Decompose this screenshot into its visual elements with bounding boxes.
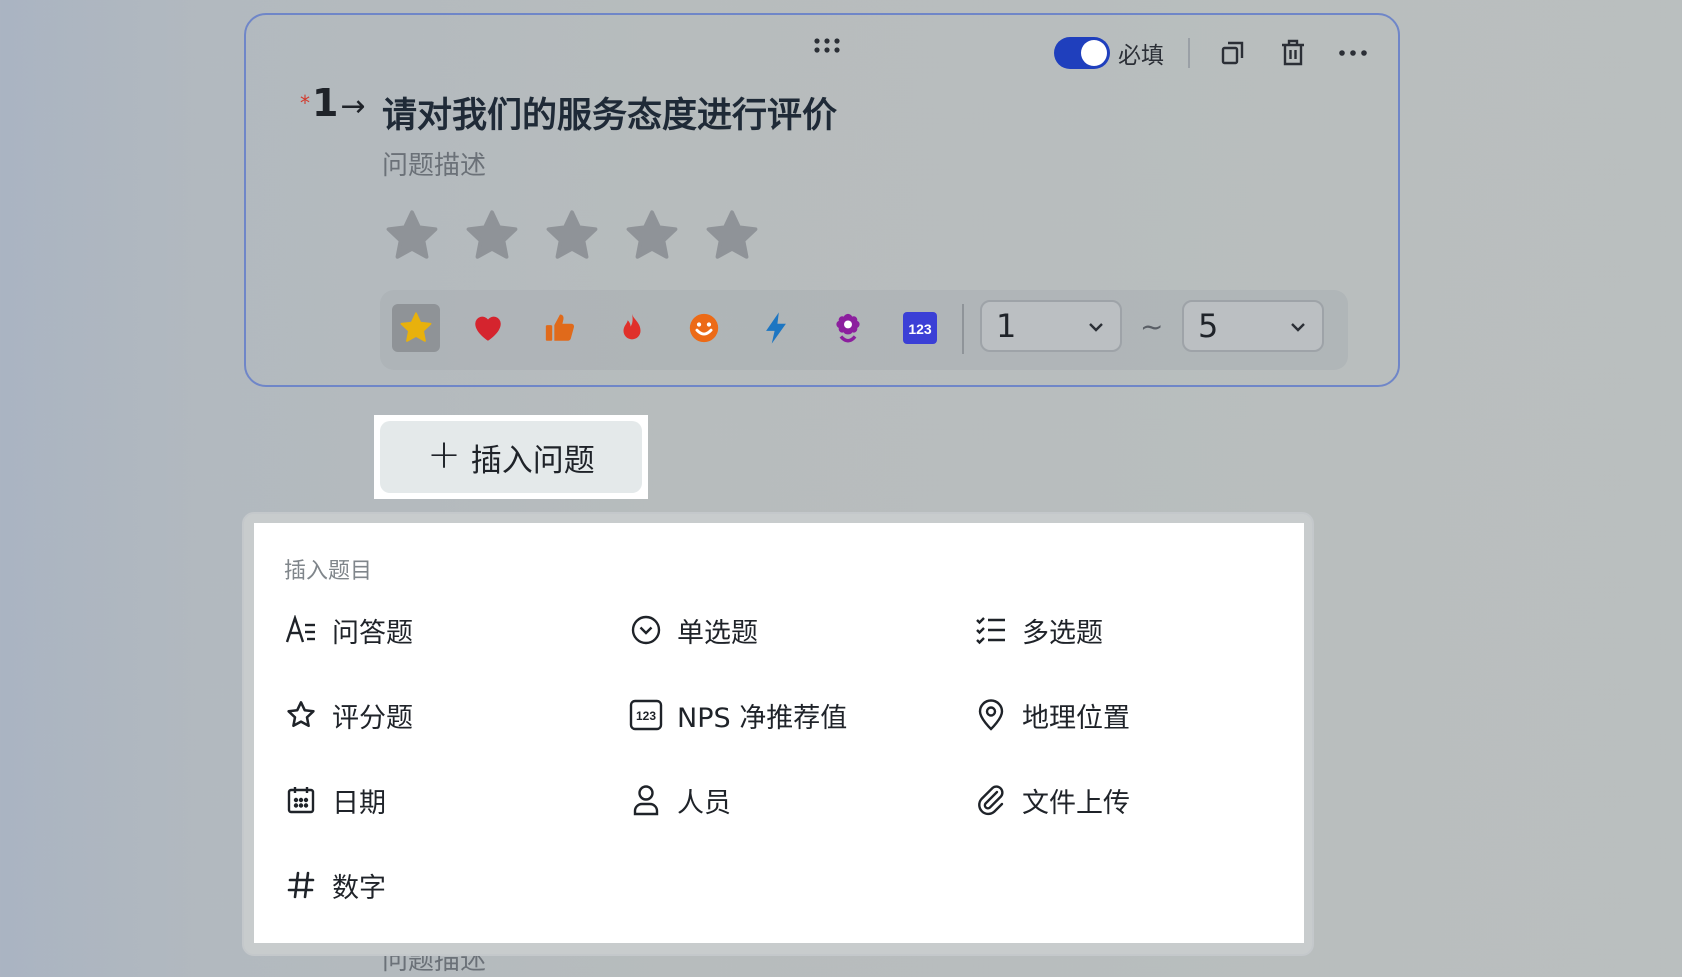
question-description[interactable]: 问题描述 [382, 145, 486, 182]
range-min-select[interactable]: 1 [980, 300, 1122, 352]
rating-star-icon[interactable] [623, 207, 681, 265]
style-heart-icon[interactable] [464, 304, 512, 352]
person-icon [629, 783, 663, 817]
rating-style-icons: 123 [392, 304, 968, 352]
menu-item-label: 单选题 [677, 617, 758, 649]
style-number-icon[interactable]: 123 [896, 304, 944, 352]
paperclip-icon [974, 783, 1008, 817]
insert-button-highlight: + 插入问题 [374, 415, 648, 499]
menu-item-label: NPS 净推荐值 [677, 702, 848, 734]
rating-star-icon[interactable] [463, 207, 521, 265]
rating-star-icon[interactable] [703, 207, 761, 265]
menu-item-text-answer[interactable]: 问答题 [284, 608, 413, 652]
range-max-select[interactable]: 5 [1182, 300, 1324, 352]
style-flower-icon[interactable] [824, 304, 872, 352]
insert-question-button[interactable]: + 插入问题 [380, 421, 642, 493]
range-max-value: 5 [1198, 307, 1219, 345]
question-index: 1 [312, 81, 339, 125]
plus-icon: + [427, 432, 461, 478]
toolbar-divider [1188, 38, 1190, 68]
style-star-icon[interactable] [392, 304, 440, 352]
question-title[interactable]: 请对我们的服务态度进行评价 [382, 87, 837, 138]
menu-item-nps[interactable]: 123 NPS 净推荐值 [629, 693, 847, 737]
menu-item-number[interactable]: 数字 [284, 863, 386, 907]
menu-item-label: 问答题 [332, 617, 413, 649]
required-label: 必填 [1118, 43, 1164, 69]
menu-item-label: 文件上传 [1022, 787, 1130, 819]
location-pin-icon [974, 698, 1008, 732]
range-min-value: 1 [996, 307, 1017, 345]
menu-item-date[interactable]: 日期 [284, 778, 386, 822]
trash-icon[interactable] [1278, 38, 1308, 68]
single-choice-icon [629, 613, 663, 647]
chevron-down-icon [1089, 323, 1103, 332]
toggle-knob [1081, 40, 1107, 66]
required-toggle[interactable] [1054, 37, 1110, 69]
nps-icon: 123 [629, 698, 663, 732]
required-mark: * [300, 91, 310, 115]
hash-icon [284, 868, 318, 902]
style-bar-divider [962, 304, 964, 354]
menu-item-label: 数字 [332, 872, 386, 904]
style-fire-icon[interactable] [608, 304, 656, 352]
calendar-icon [284, 783, 318, 817]
form-editor: 问题描述 必填 * 1 → 请对我们的服务态度进行评价 问题描述 123 1 ~… [0, 0, 1682, 976]
menu-item-single-choice[interactable]: 单选题 [629, 608, 758, 652]
menu-item-location[interactable]: 地理位置 [974, 693, 1130, 737]
menu-item-multi-choice[interactable]: 多选题 [974, 608, 1103, 652]
menu-item-label: 日期 [332, 787, 386, 819]
menu-item-person[interactable]: 人员 [629, 778, 731, 822]
rating-star-icon[interactable] [383, 207, 441, 265]
question-toolbar: 必填 [1054, 33, 1398, 73]
rating-star-icon[interactable] [543, 207, 601, 265]
copy-icon[interactable] [1218, 38, 1248, 68]
question-number: * 1 → [300, 81, 366, 125]
style-number-text: 123 [908, 321, 932, 337]
question-jump-arrow[interactable]: → [340, 89, 365, 124]
style-lightning-icon[interactable] [752, 304, 800, 352]
menu-item-label: 多选题 [1022, 617, 1103, 649]
insert-question-label: 插入问题 [470, 442, 595, 479]
rating-style-bar: 123 1 ~ 5 [380, 290, 1348, 370]
star-outline-icon [284, 698, 318, 732]
question-card[interactable]: 必填 * 1 → 请对我们的服务态度进行评价 问题描述 123 1 ~ 5 [244, 13, 1400, 387]
menu-item-label: 地理位置 [1022, 702, 1130, 734]
insert-menu: 插入题目 问答题 单选题 多选题 评分题 123 NPS 净推荐值 地理位置 日… [254, 523, 1304, 943]
style-thumbs-up-icon[interactable] [536, 304, 584, 352]
insert-menu-title: 插入题目 [284, 559, 373, 584]
menu-item-file-upload[interactable]: 文件上传 [974, 778, 1130, 822]
menu-item-label: 人员 [677, 787, 731, 819]
drag-handle-icon[interactable] [812, 37, 842, 55]
rating-stars [383, 207, 783, 265]
nps-icon-text: 123 [636, 709, 656, 723]
text-answer-icon [284, 613, 318, 647]
multi-choice-icon [974, 613, 1008, 647]
menu-item-rating[interactable]: 评分题 [284, 693, 413, 737]
more-icon[interactable] [1338, 38, 1368, 68]
style-smile-icon[interactable] [680, 304, 728, 352]
menu-item-label: 评分题 [332, 702, 413, 734]
range-separator: ~ [1140, 310, 1164, 343]
chevron-down-icon [1291, 323, 1305, 332]
insert-menu-frame: 插入题目 问答题 单选题 多选题 评分题 123 NPS 净推荐值 地理位置 日… [242, 512, 1314, 956]
